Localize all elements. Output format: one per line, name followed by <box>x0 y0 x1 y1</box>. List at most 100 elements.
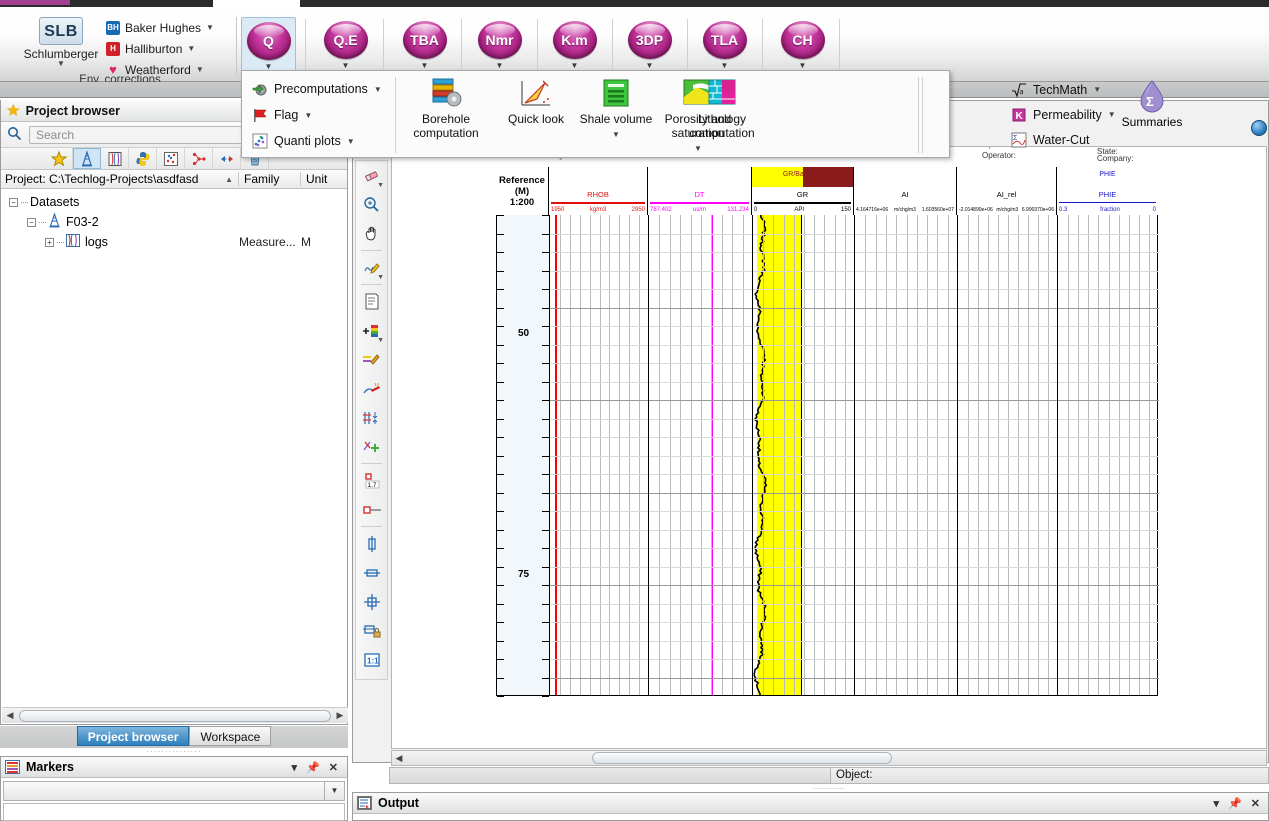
track-header-ai[interactable]: AI 4.164716e+06 m/chg/m3 1.603560e+07 <box>854 167 957 215</box>
toolbar-python-icon[interactable] <box>129 148 157 169</box>
chevron-down-icon[interactable]: ▼ <box>694 144 702 153</box>
track-header-phie[interactable]: PHIE PHIE 0.3 fraction 0 <box>1057 167 1158 215</box>
markers-combo[interactable]: ▼ <box>3 781 345 801</box>
dock-splitter[interactable]: ··············· <box>0 748 348 756</box>
expander-icon[interactable]: + <box>45 237 54 247</box>
align-vertical-icon[interactable] <box>356 529 387 558</box>
grid-line-horizontal <box>550 437 648 438</box>
chevron-down-icon[interactable]: ▼ <box>324 782 344 800</box>
chevron-down-icon[interactable]: ▼ <box>304 111 312 120</box>
chevron-down-icon[interactable]: ▼ <box>377 182 384 189</box>
menu-item-borehole-computation[interactable]: Borehole computation <box>402 75 490 140</box>
track-body-ai[interactable] <box>855 215 958 695</box>
chevron-down-icon[interactable]: ▼ <box>1108 110 1116 119</box>
menu-item-water-cut[interactable]: Σ Water-Cut <box>1007 127 1127 152</box>
vendor-baker-hughes[interactable]: BH Baker Hughes ▼ <box>106 17 230 38</box>
project-browser-hscrollbar[interactable]: ◀ ▶ <box>2 707 348 723</box>
value-1-7-icon[interactable]: 1.7 <box>356 466 387 495</box>
ribbon-separator <box>383 19 384 75</box>
scroll-left-icon[interactable]: ◀ <box>392 753 406 764</box>
scroll-thumb[interactable] <box>592 752 892 764</box>
notes-icon[interactable] <box>356 287 387 316</box>
toolbar-well-icon[interactable] <box>73 148 101 169</box>
scroll-thumb[interactable] <box>19 709 331 722</box>
plot-hscrollbar[interactable]: ◀ <box>391 750 1267 766</box>
scroll-right-icon[interactable]: ▶ <box>332 710 348 721</box>
menu-item-permeability[interactable]: K Permeability ▼ <box>1007 102 1127 127</box>
track-body-gr[interactable] <box>753 215 855 695</box>
chevron-down-icon[interactable]: ▼ <box>347 137 355 146</box>
menu-item-quick-look[interactable]: Quick look <box>492 75 580 126</box>
tab-workspace[interactable]: Workspace <box>189 726 272 746</box>
menu-item-shale-volume[interactable]: Shale volume ▼ <box>572 75 660 140</box>
scale-icon[interactable] <box>356 432 387 461</box>
chevron-down-icon[interactable]: ▼ <box>196 65 204 74</box>
menu-icon[interactable]: ▾ <box>292 761 298 774</box>
pin-icon[interactable]: 📌 <box>306 761 320 774</box>
menu-item-quanti-plots[interactable]: Quanti plots ▼ <box>248 128 388 154</box>
chevron-down-icon[interactable]: ▼ <box>612 130 620 139</box>
eraser-icon[interactable]: ▼ <box>356 161 387 190</box>
markers-list[interactable] <box>3 803 345 821</box>
compress-icon[interactable] <box>356 403 387 432</box>
pan-hand-icon[interactable] <box>356 219 387 248</box>
track-unit: m/chg/m3 <box>894 206 916 213</box>
pencil-edit-icon[interactable]: ▼ <box>356 253 387 282</box>
column-header-project[interactable]: Project: C:\Techlog-Projects\asdfasd ▲ <box>1 172 239 186</box>
globe-icon[interactable] <box>1251 120 1267 136</box>
chevron-down-icon[interactable]: ▼ <box>12 60 110 68</box>
close-icon[interactable]: ✕ <box>329 761 338 774</box>
toolbar-logview-icon[interactable] <box>101 148 129 169</box>
track-header-ai-rel[interactable]: AI_rel -2.014890e+06 m/chg/m3 6.990370e+… <box>957 167 1057 215</box>
align-horizontal-icon[interactable] <box>356 558 387 587</box>
one-to-one-icon[interactable]: 1:1 <box>356 645 387 674</box>
log-plot-grid[interactable]: 50 75 <box>496 215 1159 697</box>
column-header-family[interactable]: Family <box>239 172 301 186</box>
close-icon[interactable]: ✕ <box>1251 797 1260 810</box>
chevron-down-icon[interactable]: ▼ <box>377 337 384 344</box>
point-line-icon[interactable] <box>356 495 387 524</box>
menu-item-summaries[interactable]: Σ Summaries <box>1117 77 1187 129</box>
edit-curve-icon[interactable] <box>356 345 387 374</box>
menu-item-precomputations[interactable]: Precomputations ▼ <box>248 76 388 102</box>
chevron-down-icon[interactable]: ▼ <box>187 44 195 53</box>
tree-node-logs[interactable]: + logs Measure... M <box>1 232 347 252</box>
toolbar-crossplot-icon[interactable] <box>157 148 185 169</box>
chevron-down-icon[interactable]: ▼ <box>206 23 214 32</box>
toolbar-divider <box>361 526 382 527</box>
menu-icon[interactable]: ▾ <box>1214 797 1220 810</box>
tree-node-f03-2[interactable]: − F03-2 <box>1 212 347 232</box>
toolbar-star-icon[interactable] <box>45 148 73 169</box>
zoom-in-icon[interactable] <box>356 190 387 219</box>
tab-project-browser[interactable]: Project browser <box>76 726 190 746</box>
pin-icon[interactable]: 📌 <box>1228 797 1242 810</box>
chevron-down-icon[interactable]: ▼ <box>374 85 382 94</box>
track-body-ai-rel[interactable] <box>958 215 1058 695</box>
vendor-halliburton[interactable]: H Halliburton ▼ <box>106 38 230 59</box>
toolbar-workflow-icon[interactable] <box>185 148 213 169</box>
chevron-down-icon[interactable]: ▼ <box>1093 85 1101 94</box>
track-header-rhob[interactable]: RHOB 1950 kg/m3 2950 <box>549 167 648 215</box>
tree-node-datasets[interactable]: − Datasets <box>1 192 347 212</box>
chevron-down-icon[interactable]: ▼ <box>377 274 384 281</box>
track-body-rhob[interactable] <box>550 215 649 695</box>
track-body-phie[interactable] <box>1058 215 1159 695</box>
add-color-icon[interactable]: ▼ <box>356 316 387 345</box>
expander-icon[interactable]: − <box>27 217 36 227</box>
schlumberger-button[interactable]: SLB Schlumberger ▼ <box>12 17 110 77</box>
expander-icon[interactable]: − <box>9 197 18 207</box>
toolbar-transfer-icon[interactable] <box>213 148 241 169</box>
track-body-dt[interactable] <box>649 215 753 695</box>
scroll-left-icon[interactable]: ◀ <box>2 710 18 721</box>
track-header-dt[interactable]: DT 787.402 us/m 131.234 <box>648 167 752 215</box>
menu-item-lithology-computation[interactable]: Lithology computation <box>674 75 770 140</box>
menu-item-flag[interactable]: Flag ▼ <box>248 102 388 128</box>
menu-item-techmath[interactable]: a TechMath ▼ <box>1007 77 1127 102</box>
align-both-icon[interactable] <box>356 587 387 616</box>
column-header-unit[interactable]: Unit <box>301 172 347 186</box>
lock-layout-icon[interactable] <box>356 616 387 645</box>
track-header-gr[interactable]: GR/Baseline GR 0 API 150 <box>752 167 854 215</box>
search-icon[interactable] <box>7 126 22 144</box>
ribbon-active-tab[interactable] <box>213 0 300 7</box>
markers-edit-icon[interactable] <box>356 374 387 403</box>
